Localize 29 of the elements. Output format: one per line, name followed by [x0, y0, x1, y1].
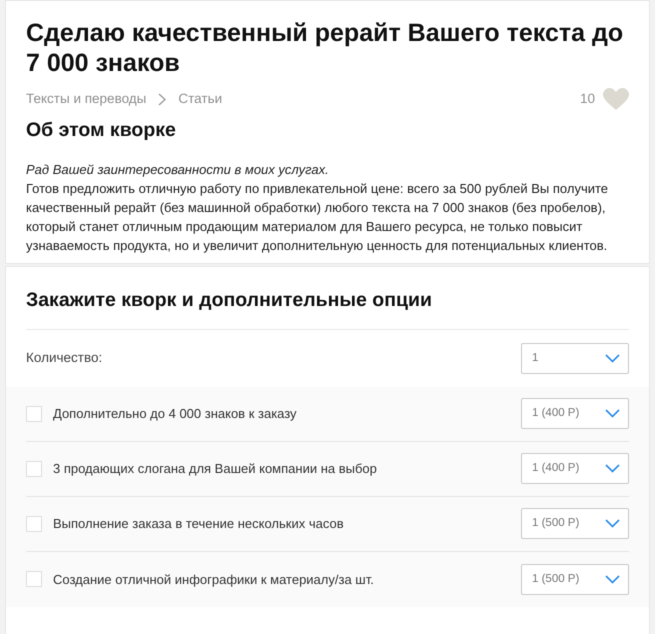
dropdown[interactable]: 1 [521, 342, 629, 374]
chevron-down-icon [605, 354, 620, 363]
checkbox[interactable] [26, 460, 42, 477]
section-heading: Об этом кворке [26, 119, 177, 142]
chevron-right-icon [158, 93, 166, 106]
chevron-down-icon [605, 574, 620, 584]
dropdown[interactable]: 1 (500 Р) [521, 508, 629, 540]
dropdown[interactable]: 1 (400 Р) [521, 453, 629, 484]
breadcrumb-link[interactable]: Тексты и переводы [26, 89, 146, 110]
option-label: 3 продающих слогана для Вашей компании на выбор [53, 460, 378, 478]
option-label: Выполнение заказа в течение нескольких часов [53, 515, 345, 534]
checkbox[interactable] [26, 406, 42, 422]
option-label: Создание отличной инфографики к материалу/за шт. [53, 570, 375, 589]
chevron-down-icon [605, 519, 620, 528]
intro-text: Рад Вашей заинтересованности в моих услугах. [26, 161, 330, 180]
description-text: Готов предложить отличную работу по привлекательной цене: всего за 500 рублей Вы получите качественный рерайт (без машинной обработки) любого текста на 7 000 знаков (без пробелов), который станет отличным продающим материалом для Вашего ресурса, не только повысит узнаваемость продукта, но и увеличит дополнительную ценность для потенциальных клиентов. [26, 180, 610, 256]
page-title: Сделаю качественный рерайт Вашего текста до 7 000 знаков [26, 18, 624, 78]
quantity-label: Количество: [26, 349, 102, 368]
dropdown[interactable]: 1 (500 Р) [521, 564, 629, 595]
heart-icon[interactable] [603, 88, 629, 111]
checkbox[interactable] [26, 516, 42, 532]
chevron-down-icon [605, 464, 620, 474]
checkbox[interactable] [26, 571, 42, 588]
option-label: Дополнительно до 4 000 знаков к заказу [53, 405, 298, 424]
dropdown[interactable]: 1 (400 Р) [521, 398, 629, 430]
favorites-count: 10 [580, 90, 595, 108]
chevron-down-icon [605, 409, 620, 418]
breadcrumb-link[interactable]: Статьи [178, 89, 222, 110]
section-heading: Закажите кворк и дополнительные опции [25, 288, 433, 314]
